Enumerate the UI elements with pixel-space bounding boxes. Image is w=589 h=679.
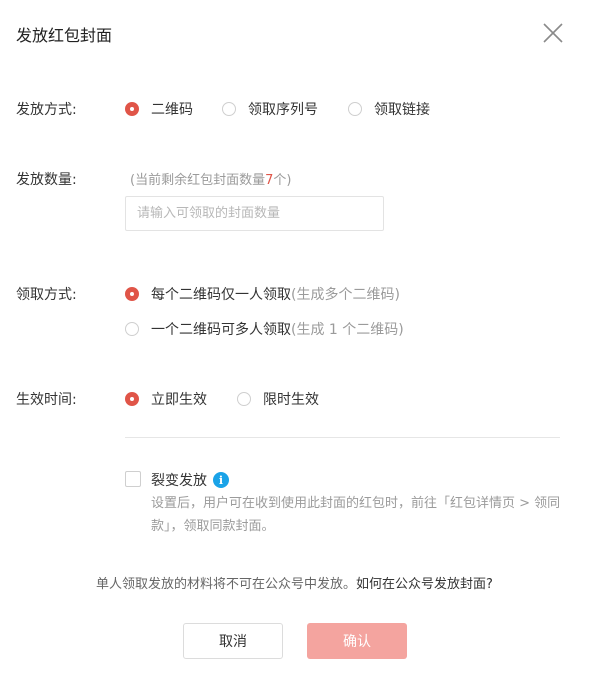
radio-checked-icon[interactable]	[125, 392, 139, 406]
claim-option-label: 一个二维码可多人领取	[151, 322, 291, 338]
confirm-button[interactable]: 确认	[307, 623, 407, 659]
method-option-label: 领取序列号	[248, 102, 318, 118]
cancel-button[interactable]: 取消	[183, 623, 283, 659]
claim-option-multi[interactable]: 一个二维码可多人领取 (生成 1 个二维码)	[125, 319, 404, 339]
claim-option-note: (生成多个二维码)	[291, 287, 400, 303]
radio-unchecked-icon[interactable]	[125, 322, 139, 336]
claim-option-single[interactable]: 每个二维码仅一人领取 (生成多个二维码)	[125, 284, 400, 304]
radio-unchecked-icon[interactable]	[222, 102, 236, 116]
fission-label[interactable]: 裂变发放	[151, 470, 207, 490]
radio-unchecked-icon[interactable]	[237, 392, 251, 406]
quantity-hint-prefix: (当前剩余红包封面数量	[130, 173, 266, 188]
effective-option-limited[interactable]: 限时生效	[237, 389, 319, 409]
quantity-input[interactable]	[125, 196, 384, 231]
radio-unchecked-icon[interactable]	[348, 102, 362, 116]
effective-option-label: 限时生效	[263, 392, 319, 408]
method-option-link[interactable]: 领取链接	[348, 99, 430, 119]
dialog-title: 发放红包封面	[16, 26, 113, 45]
method-option-label: 二维码	[151, 102, 193, 118]
method-option-qrcode[interactable]: 二维码	[125, 99, 193, 119]
help-link[interactable]: 如何在公众号发放封面?	[356, 577, 493, 592]
fission-title: 裂变发放 i	[151, 470, 229, 490]
radio-checked-icon[interactable]	[125, 287, 139, 301]
quantity-hint-suffix: 个)	[273, 173, 292, 188]
effective-label: 生效时间:	[16, 392, 77, 408]
method-option-serial[interactable]: 领取序列号	[222, 99, 318, 119]
quantity-label: 发放数量:	[16, 172, 77, 188]
info-icon[interactable]: i	[213, 472, 229, 488]
method-label: 发放方式:	[16, 102, 77, 118]
effective-option-now[interactable]: 立即生效	[125, 389, 207, 409]
quantity-hint: (当前剩余红包封面数量7个)	[130, 169, 291, 188]
radio-checked-icon[interactable]	[125, 102, 139, 116]
claim-option-note: (生成 1 个二维码)	[291, 322, 404, 338]
fission-description: 设置后，用户可在收到使用此封面的红包时，前往「红包详情页 > 领同款」，领取同款…	[151, 496, 561, 534]
method-option-label: 领取链接	[374, 102, 430, 118]
claim-label: 领取方式:	[16, 287, 77, 303]
close-icon[interactable]	[542, 22, 564, 44]
divider	[125, 437, 560, 438]
effective-option-label: 立即生效	[151, 392, 207, 408]
footer-note-text: 单人领取发放的材料将不可在公众号中发放。	[96, 577, 357, 592]
fission-checkbox[interactable]	[125, 471, 141, 487]
claim-option-label: 每个二维码仅一人领取	[151, 287, 291, 303]
footer-note: 单人领取发放的材料将不可在公众号中发放。如何在公众号发放封面?	[0, 573, 589, 592]
